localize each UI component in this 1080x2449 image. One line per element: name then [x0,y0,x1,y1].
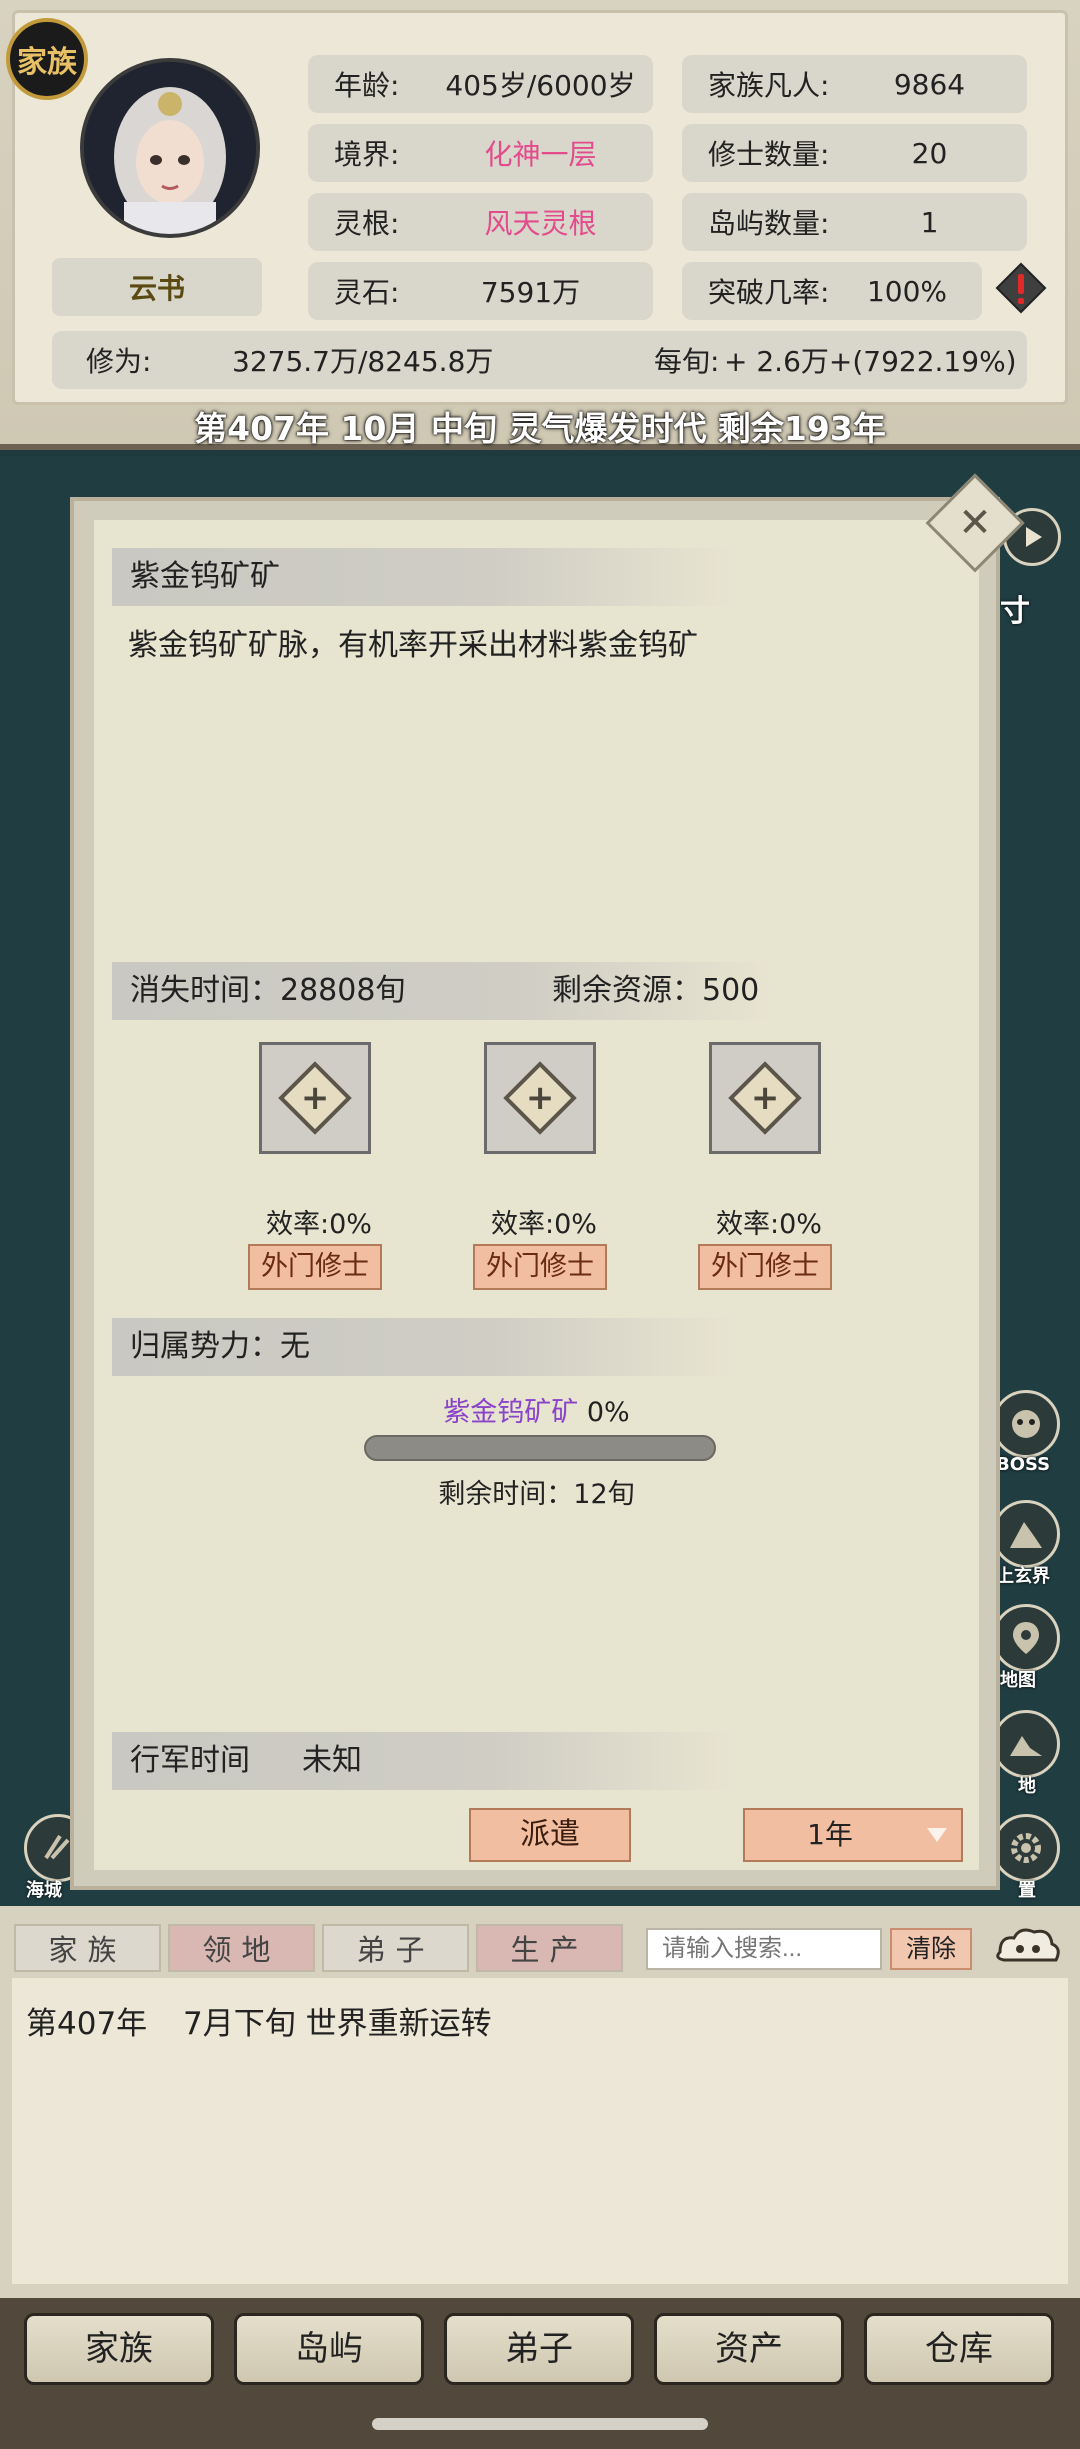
worker-slot-2[interactable]: + [484,1042,596,1154]
tab-family[interactable]: 家族 [14,1924,161,1972]
slot-3-worker-type-button[interactable]: 外门修士 [698,1244,832,1290]
progress-percent: 0% [586,1397,630,1428]
per-xun-value: + 2.6万+(7922.19%) [724,345,1017,378]
march-time-band: 行军时间 未知 [112,1732,732,1790]
nav-disciples-button[interactable]: 弟子 [444,2313,634,2385]
side-label-land: 地 [1018,1776,1036,1797]
log-entry: 第407年 7月下旬 世界重新运转 [26,1998,492,2043]
mortals-label: 家族凡人: [708,69,830,102]
realm-label: 境界: [334,138,400,171]
nav-assets-button[interactable]: 资产 [654,2313,844,2385]
root-label: 灵根: [334,207,400,240]
worker-slot-1[interactable]: + [259,1042,371,1154]
cultivation-row: 修为: 3275.7万/8245.8万 每旬: + 2.6万+(7922.19%… [52,331,1027,389]
slot-3-efficiency: 效率:0% [716,1209,822,1240]
cloud-icon[interactable] [990,1922,1066,1974]
home-indicator[interactable] [372,2418,708,2430]
breakthrough-value: 100% [866,274,948,308]
side-label-map: 地图 [1000,1670,1036,1691]
cultivation-value: 3275.7万/8245.8万 [232,345,494,378]
remaining-time: 剩余时间：12旬 [438,1479,635,1510]
dispatch-button[interactable]: 派遣 [469,1808,631,1862]
age-stat: 年龄: 405岁/6000岁 [308,55,653,113]
resource-description: 紫金钨矿矿脉，有机率开采出材料紫金钨矿 [128,628,698,663]
progress-resource-name: 紫金钨矿矿 [443,1397,579,1428]
resource-title: 紫金钨矿矿 [112,548,732,606]
mortals-value: 9864 [893,67,966,101]
age-value: 405岁/6000岁 [445,69,636,102]
tab-territory[interactable]: 领地 [168,1924,315,1972]
worker-slot-3[interactable]: + [709,1042,821,1154]
log-entry-text: 7月下旬 世界重新运转 [183,2006,492,2042]
slot-2-worker-type-button[interactable]: 外门修士 [473,1244,607,1290]
progress-label: 紫金钨矿矿 0% [94,1390,979,1429]
cultivators-stat: 修士数量: 20 [682,124,1027,182]
spirit-stone-label: 灵石: [334,276,400,309]
land-icon[interactable] [992,1710,1060,1778]
resource-dialog: 紫金钨矿矿 紫金钨矿矿脉，有机率开采出材料紫金钨矿 消失时间：28808旬 剩余… [94,520,979,1870]
game-date: 第407年 10月 中旬 灵气爆发时代 剩余193年 [194,409,886,448]
clear-button[interactable]: 清除 [890,1928,972,1970]
islands-value: 1 [920,205,939,239]
slot-2-efficiency: 效率:0% [491,1209,597,1240]
nav-islands-button[interactable]: 岛屿 [234,2313,424,2385]
breakthrough-stat: 突破几率: 100% [682,262,982,320]
cultivators-value: 20 [911,136,948,170]
breakthrough-warning-icon[interactable] [995,262,1047,314]
gear-icon[interactable] [992,1814,1060,1882]
side-label-settings: 置 [1018,1880,1036,1901]
islands-label: 岛屿数量: [708,207,830,240]
mortals-stat: 家族凡人: 9864 [682,55,1027,113]
search-input[interactable] [646,1928,882,1970]
side-label-boss: BOSS [996,1454,1051,1475]
vanish-time: 消失时间：28808旬 [130,973,406,1008]
add-icon: + [503,1061,577,1135]
map-pin-icon[interactable] [992,1604,1060,1672]
islands-stat: 岛屿数量: 1 [682,193,1027,251]
nav-family-button[interactable]: 家族 [24,2313,214,2385]
root-stat: 灵根: 风天灵根 [308,193,653,251]
realm-value: 化神一层 [484,138,597,171]
side-label-fragment: 寸 [1000,594,1030,629]
root-value: 风天灵根 [484,207,597,240]
cultivators-label: 修士数量: [708,138,830,171]
spirit-stone-value: 7591万 [480,276,581,309]
realm-stat: 境界: 化神一层 [308,124,653,182]
tab-disciples[interactable]: 弟子 [322,1924,469,1972]
tab-production[interactable]: 生产 [476,1924,623,1972]
slot-1-worker-type-button[interactable]: 外门修士 [248,1244,382,1290]
march-time-value: 未知 [302,1743,362,1778]
faction: 归属势力：无 [112,1318,732,1376]
character-name[interactable]: 云书 [52,258,262,316]
add-icon: + [278,1061,352,1135]
per-xun-label: 每旬: [654,345,720,378]
log-entry-year: 第407年 [26,2006,148,2042]
age-label: 年龄: [334,69,400,102]
slot-1-efficiency: 效率:0% [266,1209,372,1240]
duration-select[interactable]: 1年 [743,1808,963,1862]
character-avatar[interactable] [80,58,260,238]
side-label-upper-realm: 上玄界 [996,1566,1050,1587]
avatar-portrait-icon [84,62,256,234]
side-label-sea-city: 海城 [26,1880,62,1901]
nav-warehouse-button[interactable]: 仓库 [864,2313,1054,2385]
close-icon: ✕ [958,500,992,546]
add-icon: + [728,1061,802,1135]
duration-value: 1年 [807,1818,853,1851]
breakthrough-label: 突破几率: [708,276,830,309]
march-time-label: 行军时间 [130,1743,250,1778]
chevron-down-icon [927,1828,947,1842]
spirit-stone-stat: 灵石: 7591万 [308,262,653,320]
remaining-resources: 剩余资源：500 [552,973,760,1008]
boss-icon[interactable] [992,1390,1060,1458]
progress-bar [364,1435,716,1461]
resource-info-band: 消失时间：28808旬 剩余资源：500 [112,962,772,1020]
family-badge[interactable]: 家族 [6,18,88,100]
cultivation-label: 修为: [86,345,152,378]
mountain-icon[interactable] [992,1500,1060,1568]
